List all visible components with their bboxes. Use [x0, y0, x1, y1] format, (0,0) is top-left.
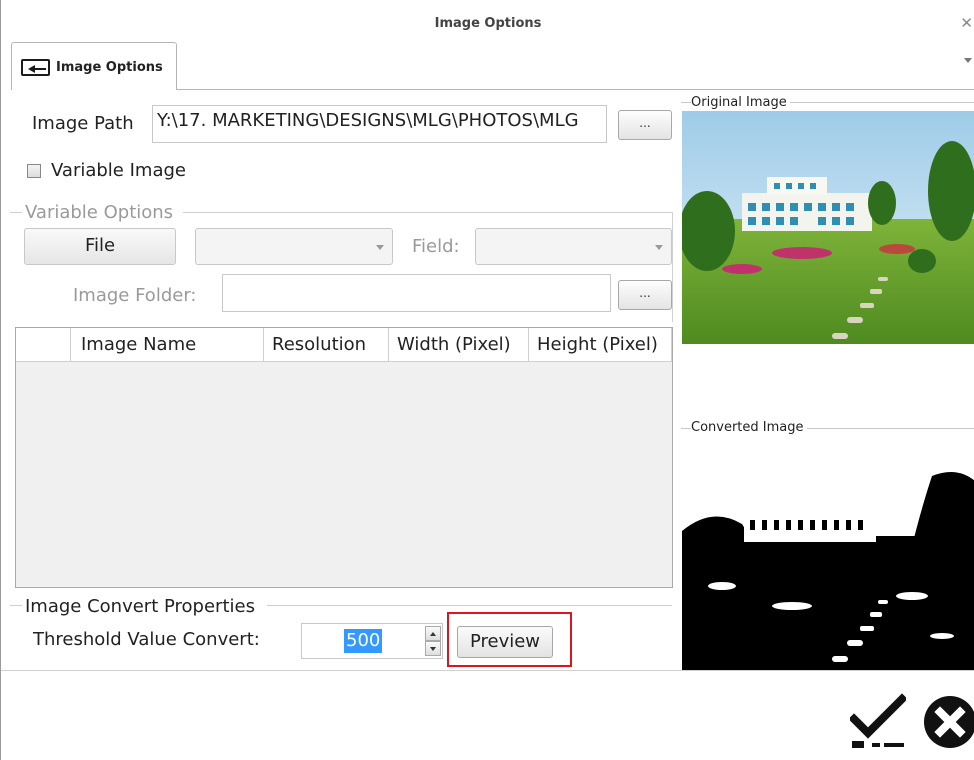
- file-source-select[interactable]: [195, 228, 393, 265]
- converted-image-label: Converted Image: [691, 420, 807, 435]
- chevron-down-icon[interactable]: [964, 58, 972, 63]
- image-icon: [21, 59, 50, 76]
- window-title: Image Options: [434, 16, 542, 31]
- footer-divider: [1, 670, 974, 671]
- converted-image: [682, 436, 974, 670]
- field-select[interactable]: [475, 228, 672, 265]
- preview-highlight: [447, 612, 572, 667]
- threshold-label: Threshold Value Convert:: [33, 629, 260, 650]
- close-icon[interactable]: ✕: [960, 14, 973, 32]
- convert-frame-top: [267, 605, 672, 606]
- grid-row-indicator-header: [16, 328, 71, 362]
- column-header-resolution[interactable]: Resolution: [264, 328, 389, 362]
- image-path-browse-button[interactable]: ...: [618, 110, 672, 140]
- column-header-image-name[interactable]: Image Name: [71, 328, 264, 362]
- variable-options-frame-right: [672, 212, 673, 322]
- variable-image-label: Variable Image: [51, 160, 186, 181]
- threshold-spinner[interactable]: 500: [301, 623, 443, 659]
- variable-options-frame-top: [183, 212, 672, 213]
- image-folder-field[interactable]: [222, 274, 611, 312]
- title-bar: Image Options ✕: [1, 0, 974, 44]
- spinner-down-button[interactable]: [425, 641, 441, 656]
- field-label: Field:: [412, 236, 460, 257]
- file-button[interactable]: File: [24, 228, 176, 265]
- grid-header: Image Name Resolution Width (Pixel) Heig…: [16, 328, 672, 362]
- checkmark-icon[interactable]: [848, 693, 908, 751]
- spinner-up-button[interactable]: [425, 626, 441, 641]
- image-folder-browse-button[interactable]: ...: [618, 280, 672, 310]
- original-image-label: Original Image: [691, 95, 790, 110]
- original-image: [682, 111, 974, 344]
- column-header-width[interactable]: Width (Pixel): [389, 328, 529, 362]
- threshold-value[interactable]: 500: [344, 629, 383, 653]
- convert-frame-top-left: [10, 605, 22, 606]
- image-path-field[interactable]: Y:\17. MARKETING\DESIGNS\MLG\PHOTOS\MLG: [152, 105, 607, 143]
- tab-image-options[interactable]: Image Options: [11, 42, 177, 90]
- tab-label: Image Options: [56, 60, 163, 75]
- variable-image-checkbox[interactable]: [27, 164, 41, 178]
- variable-options-title: Variable Options: [25, 202, 174, 223]
- convert-properties-title: Image Convert Properties: [25, 596, 255, 617]
- image-folder-label: Image Folder:: [73, 285, 197, 306]
- chevron-down-icon: [376, 245, 384, 250]
- tab-strip-divider: [177, 89, 974, 90]
- image-options-dialog: Image Options ✕ Image Options Image Path…: [0, 0, 974, 760]
- image-path-label: Image Path: [32, 113, 134, 134]
- column-header-height[interactable]: Height (Pixel): [529, 328, 672, 362]
- close-circle-icon[interactable]: [921, 693, 974, 751]
- variable-options-frame-top-left: [10, 212, 22, 213]
- image-grid[interactable]: Image Name Resolution Width (Pixel) Heig…: [15, 327, 673, 588]
- chevron-down-icon: [655, 245, 663, 250]
